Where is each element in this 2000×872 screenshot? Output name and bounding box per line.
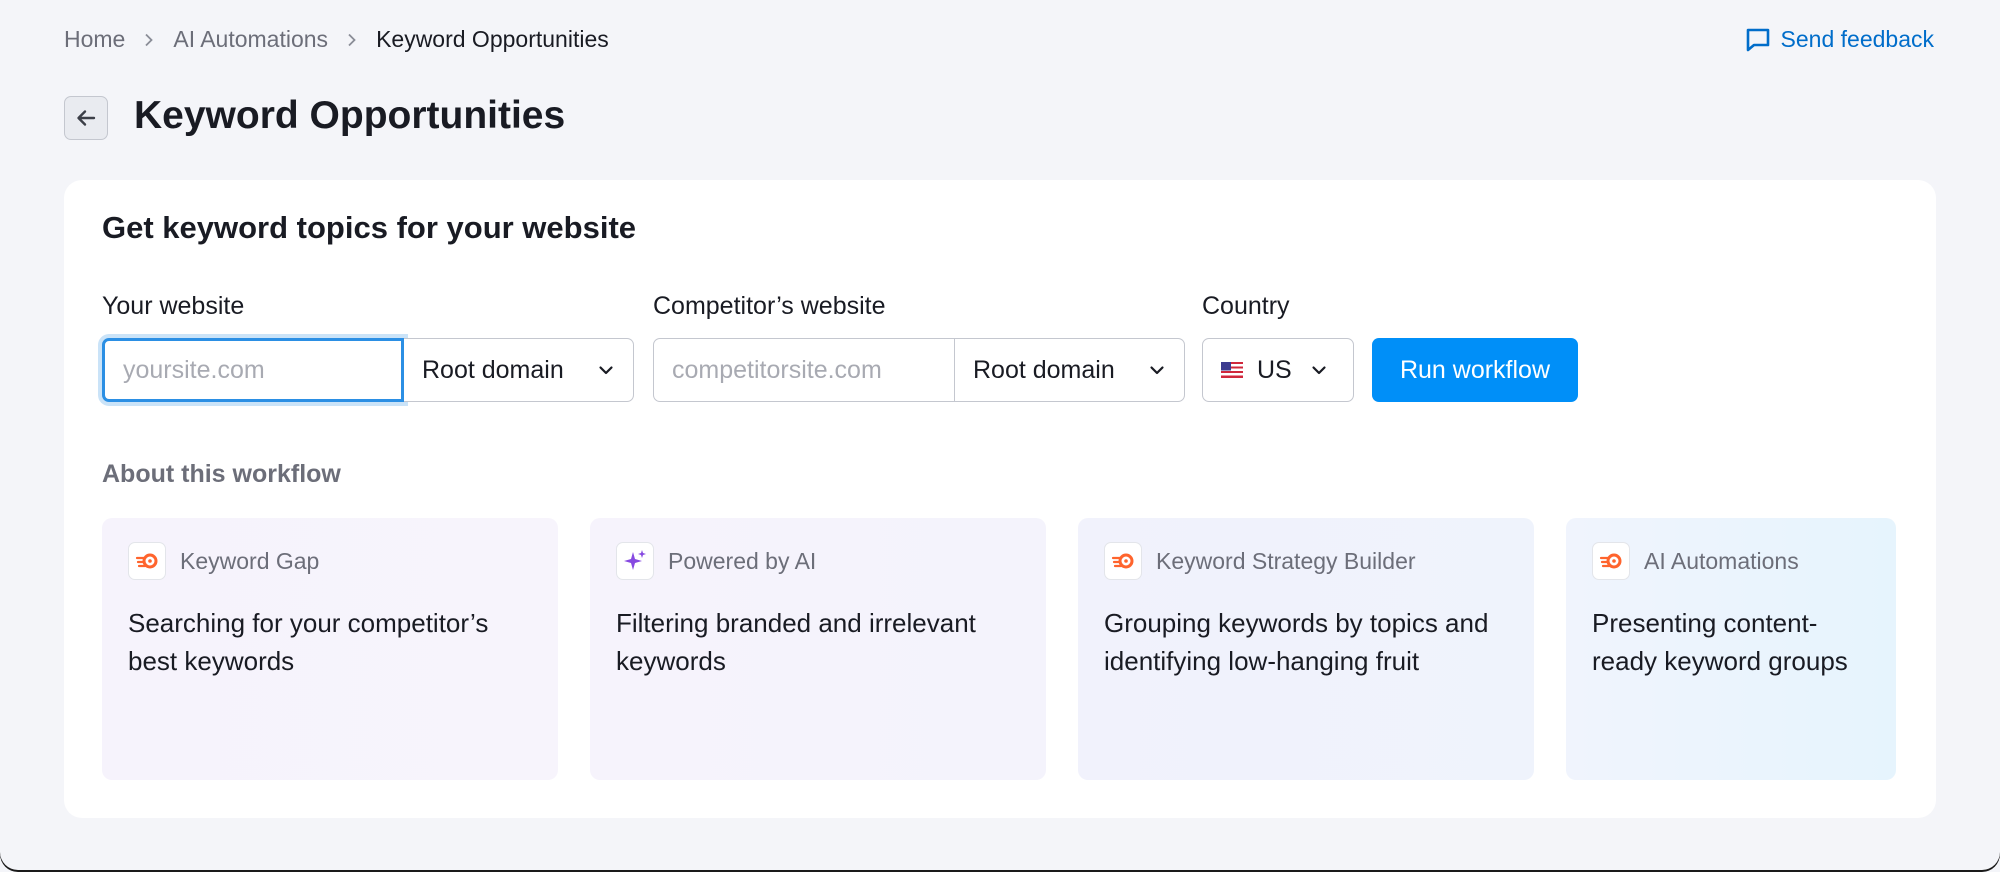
breadcrumb-home[interactable]: Home: [64, 26, 125, 53]
workflow-step: Keyword Strategy Builder Grouping keywor…: [1078, 518, 1534, 780]
breadcrumb-current: Keyword Opportunities: [376, 26, 609, 52]
back-button[interactable]: [64, 96, 108, 140]
step-source: AI Automations: [1644, 547, 1799, 574]
page-title: Keyword Opportunities: [134, 94, 566, 137]
step-description: Searching for your competitor’s best key…: [128, 608, 489, 676]
step-description: Grouping keywords by topics and identify…: [1104, 608, 1489, 676]
semrush-logo-icon: [1592, 542, 1630, 580]
your-website-scope-value: Root domain: [422, 355, 564, 384]
breadcrumb-ai-automations[interactable]: AI Automations: [173, 26, 328, 53]
page-frame: Home AI Automations Keyword Opportunitie…: [0, 0, 2000, 872]
workflow-step: AI Automations Presenting content-ready …: [1566, 518, 1896, 780]
competitor-website-scope-value: Root domain: [973, 355, 1115, 384]
workflow-card: Get keyword topics for your website Your…: [64, 180, 1936, 818]
workflow-step: Keyword Gap Searching for your competito…: [102, 518, 558, 780]
country-label: Country: [1202, 292, 1290, 320]
chevron-right-icon: [125, 33, 173, 47]
country-select[interactable]: US: [1202, 338, 1354, 402]
step-description: Presenting content-ready keyword groups: [1592, 608, 1848, 676]
about-title: About this workflow: [102, 460, 341, 488]
chevron-down-icon: [1312, 366, 1326, 375]
chevron-right-icon: [328, 33, 376, 47]
chevron-down-icon: [1150, 366, 1164, 375]
country-value: US: [1257, 355, 1292, 384]
arrow-left-icon: [77, 110, 96, 126]
breadcrumb: Home AI Automations Keyword Opportunitie…: [64, 26, 609, 53]
competitor-website-label: Competitor’s website: [653, 292, 886, 320]
semrush-logo-icon: [1104, 542, 1142, 580]
workflow-step: Powered by AI Filtering branded and irre…: [590, 518, 1046, 780]
chevron-down-icon: [599, 366, 613, 375]
semrush-logo-icon: [128, 542, 166, 580]
step-source: Powered by AI: [668, 547, 817, 574]
your-website-group: Root domain: [102, 338, 634, 402]
step-source: Keyword Gap: [180, 547, 320, 574]
competitor-website-scope-select[interactable]: Root domain: [955, 338, 1185, 402]
send-feedback-label: Send feedback: [1780, 26, 1934, 52]
workflow-steps: Keyword Gap Searching for your competito…: [102, 518, 1896, 780]
send-feedback-link[interactable]: Send feedback: [1745, 26, 1934, 53]
your-website-input[interactable]: [102, 338, 404, 402]
competitor-website-input[interactable]: [653, 338, 955, 402]
form-title: Get keyword topics for your website: [102, 210, 637, 245]
ai-sparkle-icon: [616, 542, 654, 580]
feedback-icon: [1746, 28, 1769, 51]
competitor-website-group: Root domain: [653, 338, 1185, 402]
step-description: Filtering branded and irrelevant keyword…: [616, 608, 976, 676]
step-source: Keyword Strategy Builder: [1156, 547, 1416, 574]
your-website-label: Your website: [102, 292, 245, 320]
run-workflow-button[interactable]: Run workflow: [1372, 338, 1578, 402]
your-website-scope-select[interactable]: Root domain: [404, 338, 634, 402]
us-flag-icon: [1221, 362, 1243, 378]
